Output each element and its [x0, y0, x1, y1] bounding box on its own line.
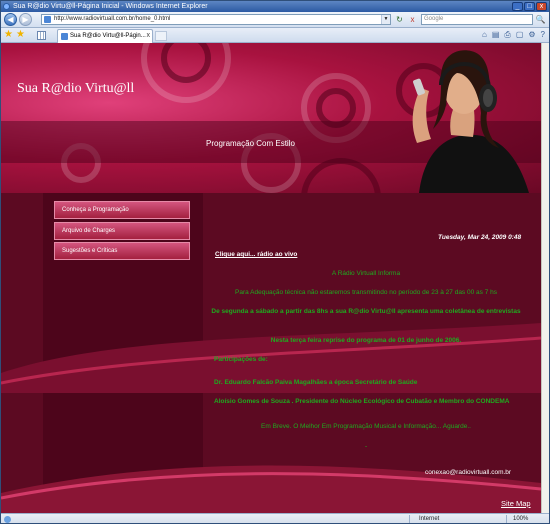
- news-line: Para Adequação técnica não estaremos tra…: [235, 289, 497, 296]
- tab-page-icon: [61, 33, 68, 40]
- feeds-icon[interactable]: ▤: [492, 30, 500, 40]
- menu-item-programacao[interactable]: Conheça a Programação: [54, 201, 190, 219]
- vertical-scrollbar[interactable]: [541, 43, 549, 513]
- news-line: .: [365, 442, 367, 449]
- window-title: Sua R@dio Virtu@ll-Página Inicial - Wind…: [13, 3, 208, 10]
- title-bar: Sua R@dio Virtu@ll-Página Inicial - Wind…: [1, 1, 549, 12]
- status-bar: Internet 100%: [1, 513, 549, 523]
- tab-active[interactable]: Sua R@dio Virtu@ll-Págin... x: [57, 29, 153, 43]
- refresh-button[interactable]: ↻: [394, 14, 405, 25]
- tools-icon[interactable]: ⚙: [528, 30, 535, 40]
- print-icon[interactable]: ⎙: [504, 30, 510, 40]
- address-url: http://www.radiovirtuall.com.br/home_0.h…: [54, 16, 171, 22]
- new-tab-button[interactable]: [155, 31, 167, 41]
- news-line: A Rádio Virtuall Informa: [331, 270, 401, 277]
- news-line: Aloísio Gomes de Souza . Presidente do N…: [214, 398, 510, 405]
- news-line: De segunda a sábado a partir das 8hs a s…: [211, 308, 521, 315]
- tab-close-icon[interactable]: x: [147, 30, 151, 42]
- menu-item-sugestoes[interactable]: Sugestões e Críticas: [54, 242, 190, 260]
- maximize-button[interactable]: □: [524, 2, 535, 11]
- news-line: Participações de:: [214, 356, 268, 363]
- zoom-level[interactable]: 100%: [513, 514, 528, 523]
- quick-tabs-icon[interactable]: [37, 31, 46, 40]
- status-separator: [409, 515, 410, 523]
- security-zone[interactable]: Internet: [419, 514, 439, 523]
- page-viewport: Sua R@dio Virtu@ll Programação Com Estil…: [1, 43, 541, 513]
- back-button[interactable]: ◀: [4, 13, 17, 26]
- globe-icon: [4, 516, 11, 523]
- site-logo[interactable]: Sua R@dio Virtu@ll: [17, 81, 134, 97]
- page-body: [1, 193, 541, 513]
- news-line: Dr. Eduardo Falcão Paiva Magalhães a épo…: [214, 379, 418, 386]
- navigation-bar: ◀ ▶ http://www.radiovirtuall.com.br/home…: [1, 12, 549, 28]
- contact-email[interactable]: conexao@radiovirtuall.com.br: [425, 469, 511, 476]
- browser-window: Sua R@dio Virtu@ll-Página Inicial - Wind…: [0, 0, 550, 524]
- live-radio-link[interactable]: Clique aqui... rádio ao vivo: [215, 251, 297, 258]
- stop-button[interactable]: x: [407, 14, 418, 25]
- add-favorites-icon[interactable]: ★: [16, 30, 25, 40]
- home-icon[interactable]: ⌂: [482, 30, 487, 40]
- tab-bar: ★ ★ Sua R@dio Virtu@ll-Págin... x ⌂ ▤ ⎙ …: [1, 28, 549, 43]
- minimize-button[interactable]: _: [512, 2, 523, 11]
- address-bar[interactable]: http://www.radiovirtuall.com.br/home_0.h…: [41, 14, 391, 25]
- date-display: Tuesday, Mar 24, 2009 0:48: [438, 234, 522, 241]
- command-bar: ⌂ ▤ ⎙ ▢ ⚙ ?: [482, 30, 545, 40]
- sitemap-link[interactable]: Site Map: [501, 499, 531, 508]
- close-button[interactable]: x: [536, 2, 547, 11]
- decor-wave-bottom: [1, 465, 541, 513]
- ie-icon: [3, 3, 10, 10]
- search-icon[interactable]: 🔍: [535, 14, 546, 25]
- favorites-star-icon[interactable]: ★: [4, 30, 13, 40]
- news-line: Em Breve. O Melhor Em Programação Musica…: [261, 423, 471, 430]
- status-separator: [506, 515, 507, 523]
- forward-button[interactable]: ▶: [19, 13, 32, 26]
- tab-label: Sua R@dio Virtu@ll-Págin...: [70, 33, 146, 39]
- search-input[interactable]: Google: [421, 14, 533, 25]
- menu-item-charges[interactable]: Arquivo de Charges: [54, 222, 190, 240]
- chevron-down-icon[interactable]: ▼: [381, 15, 390, 24]
- site-tagline: Programação Com Estilo: [206, 139, 295, 148]
- news-line: Nesta terça feira reprise do programa de…: [270, 337, 462, 344]
- page-icon: [44, 16, 51, 23]
- page-menu-icon[interactable]: ▢: [516, 30, 524, 40]
- page-header: Sua R@dio Virtu@ll Programação Com Estil…: [1, 43, 541, 238]
- help-icon[interactable]: ?: [541, 30, 545, 40]
- headphones-girl-image: [389, 43, 539, 193]
